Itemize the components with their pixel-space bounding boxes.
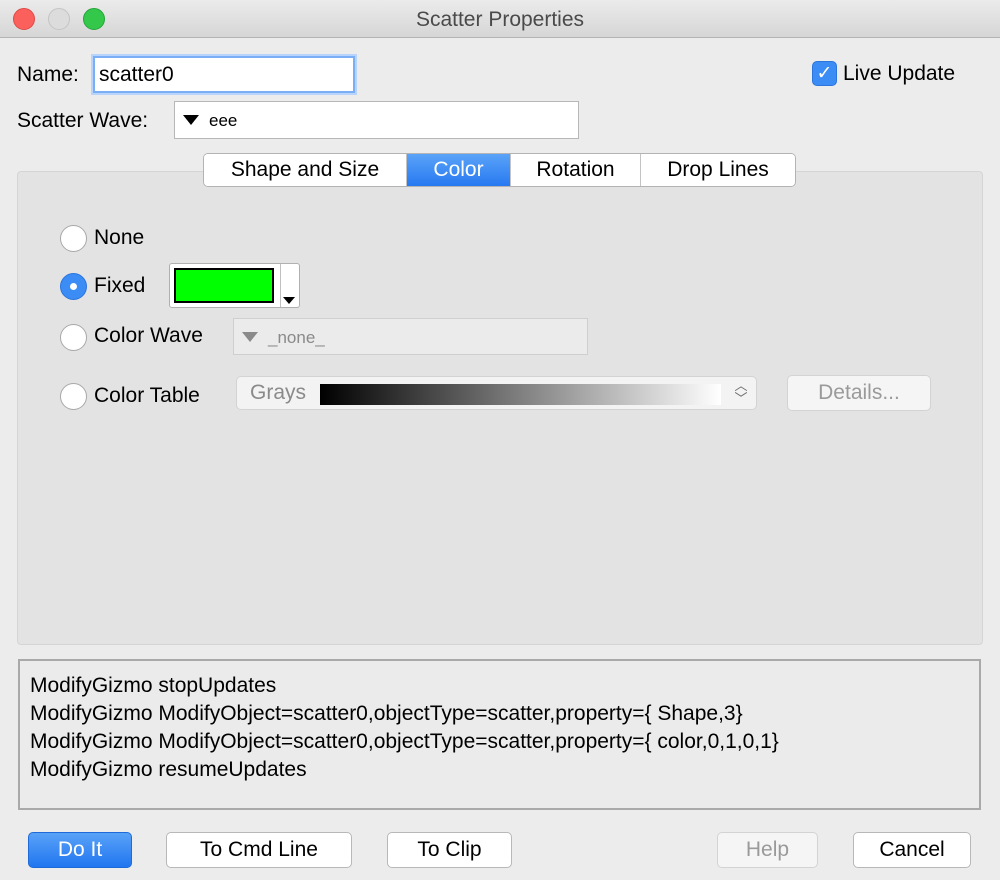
color-wave-popup[interactable]: _none_ [233,318,588,355]
fixed-color-popup[interactable] [169,263,300,308]
command-line: ModifyGizmo stopUpdates [30,674,277,697]
popup-arrow-icon [183,115,199,125]
scatter-wave-label: Scatter Wave: [17,109,149,132]
dropdown-arrow-icon [283,297,295,304]
color-wave-radio[interactable] [60,324,87,351]
grays-gradient-preview [320,384,721,405]
popup-arrow-icon [242,332,258,342]
command-text-area[interactable]: ModifyGizmo stopUpdates ModifyGizmo Modi… [18,659,981,810]
title-bar: Scatter Properties [0,0,1000,38]
fixed-radio[interactable] [60,273,87,300]
cancel-button[interactable]: Cancel [853,832,971,868]
to-cmd-line-button[interactable]: To Cmd Line [166,832,352,868]
tab-shape-and-size[interactable]: Shape and Size [204,154,407,186]
color-wave-value: _none_ [268,328,325,347]
updown-chevron-icon: ︿ ﹀ [734,378,748,406]
details-button[interactable]: Details... [787,375,931,411]
none-label: None [94,226,145,249]
tab-rotation[interactable]: Rotation [511,154,641,186]
tab-color[interactable]: Color [407,154,511,186]
color-wave-label: Color Wave [94,324,203,347]
to-clip-button[interactable]: To Clip [387,832,512,868]
help-button[interactable]: Help [717,832,818,868]
color-table-popup[interactable]: Grays ︿ ﹀ [236,376,757,410]
none-radio[interactable] [60,225,87,252]
name-input[interactable] [93,56,355,93]
checkmark-icon: ✓ [816,63,833,84]
live-update-label: Live Update [843,62,956,85]
fixed-label: Fixed [94,274,146,297]
scatter-wave-popup[interactable]: eee [174,101,579,139]
tab-drop-lines[interactable]: Drop Lines [641,154,795,186]
name-label: Name: [17,63,79,86]
tab-bar: Shape and Size Color Rotation Drop Lines [203,153,796,187]
color-table-label: Color Table [94,384,200,407]
command-line: ModifyGizmo ModifyObject=scatter0,object… [30,702,743,725]
color-table-radio[interactable] [60,383,87,410]
window-title: Scatter Properties [415,8,585,31]
do-it-button[interactable]: Do It [28,832,132,868]
fixed-color-swatch [174,268,274,303]
swatch-divider [280,264,281,307]
color-table-value: Grays [250,381,307,404]
command-line: ModifyGizmo ModifyObject=scatter0,object… [30,730,779,753]
command-line: ModifyGizmo resumeUpdates [30,758,307,781]
scatter-wave-value: eee [209,111,238,130]
live-update-checkbox[interactable]: ✓ [812,61,837,86]
